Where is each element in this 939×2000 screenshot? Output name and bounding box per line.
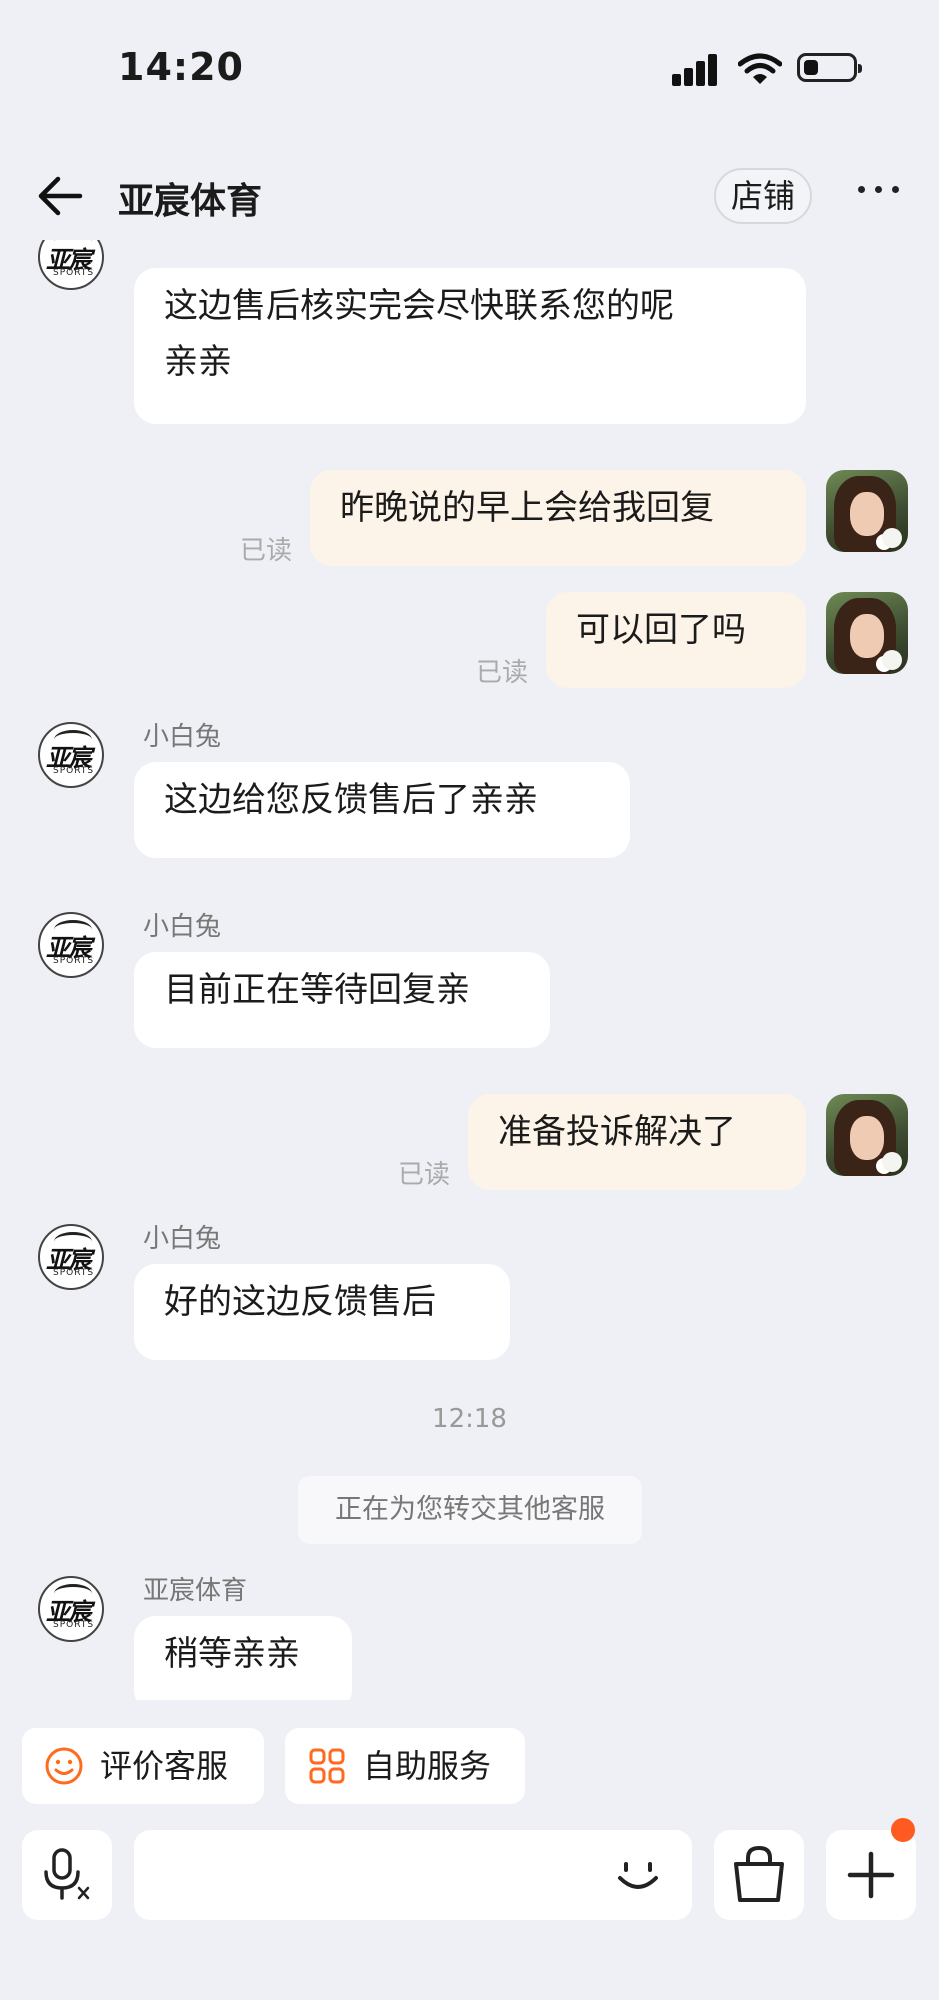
emoji-icon[interactable] (608, 1846, 668, 1906)
read-status: 已读 (476, 658, 529, 688)
self-service-button[interactable]: 自助服务 (285, 1728, 525, 1804)
sender-name: 小白兔 (143, 722, 222, 752)
message-timestamp: 12:18 (432, 1404, 507, 1434)
message-list[interactable]: 亚宸 SPORTS 这边售后核实完会尽快联系您的呢 亲亲 已读 昨晚说的早上会给我… (0, 240, 939, 1700)
read-status: 已读 (398, 1160, 451, 1190)
shop-avatar[interactable]: 亚宸 SPORTS (38, 722, 104, 788)
status-time: 14:20 (118, 45, 244, 89)
shop-avatar[interactable]: 亚宸 SPORTS (38, 1224, 104, 1290)
sender-name: 亚宸体育 (143, 1576, 248, 1606)
message-bubble[interactable]: 好的这边反馈售后 (134, 1264, 510, 1360)
read-status: 已读 (240, 536, 293, 566)
grid-icon (309, 1748, 345, 1784)
bag-icon (734, 1845, 784, 1902)
wifi-icon (738, 53, 782, 84)
notification-dot (891, 1818, 915, 1842)
sender-name: 小白兔 (143, 1224, 222, 1254)
user-avatar[interactable] (826, 470, 908, 552)
voice-icon (44, 1848, 90, 1900)
more-dots-icon[interactable] (858, 180, 902, 200)
input-bar (0, 1818, 939, 1922)
message-input[interactable] (134, 1830, 692, 1920)
chat-header: 亚宸体育 店铺 (0, 150, 939, 240)
message-bubble[interactable]: 准备投诉解决了 (468, 1094, 806, 1190)
page-title: 亚宸体育 (118, 181, 263, 222)
message-bubble[interactable]: 稍等亲亲 (134, 1616, 352, 1700)
smile-icon (45, 1747, 83, 1785)
message-bubble[interactable]: 目前正在等待回复亲 (134, 952, 550, 1048)
rate-service-button[interactable]: 评价客服 (22, 1728, 264, 1804)
plus-icon (847, 1851, 895, 1899)
status-bar: 14:20 (0, 0, 939, 140)
message-bubble[interactable]: 这边售后核实完会尽快联系您的呢 亲亲 (134, 268, 806, 424)
user-avatar[interactable] (826, 1094, 908, 1176)
shop-avatar[interactable]: 亚宸 SPORTS (38, 1576, 104, 1642)
sender-name: 小白兔 (143, 912, 222, 942)
more-actions-button[interactable] (826, 1830, 916, 1920)
voice-button[interactable] (22, 1830, 112, 1920)
signal-icon (672, 54, 718, 86)
product-button[interactable] (714, 1830, 804, 1920)
shop-button[interactable]: 店铺 (714, 168, 812, 224)
message-bubble[interactable]: 可以回了吗 (546, 592, 806, 688)
message-bubble[interactable]: 这边给您反馈售后了亲亲 (134, 762, 630, 858)
system-notice: 正在为您转交其他客服 (298, 1476, 642, 1544)
shop-avatar[interactable]: 亚宸 SPORTS (38, 240, 104, 290)
shop-avatar[interactable]: 亚宸 SPORTS (38, 912, 104, 978)
message-bubble[interactable]: 昨晚说的早上会给我回复 (310, 470, 806, 566)
battery-icon (797, 53, 862, 82)
back-arrow-icon[interactable] (36, 174, 84, 218)
user-avatar[interactable] (826, 592, 908, 674)
